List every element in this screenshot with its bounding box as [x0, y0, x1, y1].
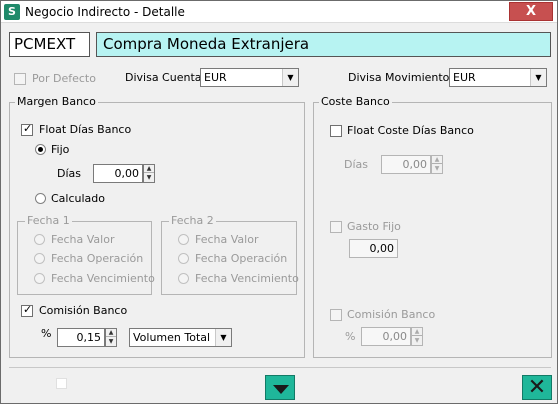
dropdown-arrow-icon[interactable]: ▼ [530, 69, 546, 86]
coste-comision-pct-stepper[interactable]: ▲ ▼ [411, 327, 423, 346]
volumen-select[interactable]: Volumen Total ▼ [129, 328, 232, 347]
window-title: Negocio Indirecto - Detalle [25, 5, 185, 19]
coste-dias-input[interactable]: 0,00 [381, 155, 431, 174]
divisa-cuenta-select[interactable]: EUR ▼ [200, 68, 299, 87]
dialog-window: S Negocio Indirecto - Detalle X PCMEXT C… [0, 0, 558, 404]
fecha1-vencimiento-label: Fecha Vencimiento [51, 272, 155, 285]
coste-dias-label: Días [344, 158, 368, 171]
coste-comision-label: Comisión Banco [347, 308, 436, 321]
gasto-fijo-input[interactable]: 0,00 [349, 239, 398, 258]
fecha2-title: Fecha 2 [169, 214, 216, 227]
divisa-movimientos-label: Divisa Movimientos: [348, 71, 459, 84]
coste-banco-title: Coste Banco [319, 95, 392, 108]
checkmark-icon: ✓ [23, 122, 33, 135]
dias-label: Días [57, 167, 81, 180]
fecha1-operacion-radio[interactable] [34, 253, 45, 264]
margen-banco-title: Margen Banco [15, 95, 98, 108]
coste-percent-label: % [345, 330, 356, 343]
divisa-cuenta-value: EUR [204, 71, 227, 84]
comision-banco-checkbox[interactable]: ✓ [21, 303, 33, 317]
name-field[interactable]: Compra Moneda Extranjera [96, 32, 551, 57]
fecha2-vencimiento-label: Fecha Vencimiento [195, 272, 299, 285]
fecha1-valor-radio[interactable] [34, 234, 45, 245]
coste-dias-stepper[interactable]: ▲ ▼ [431, 155, 443, 174]
divisa-cuenta-label: Divisa Cuenta: [125, 71, 206, 84]
status-indicator [56, 378, 67, 389]
app-logo-icon: S [4, 4, 20, 20]
spin-up-icon[interactable]: ▲ [412, 328, 422, 336]
dropdown-arrow-icon[interactable]: ▼ [282, 69, 298, 86]
radio-selected-icon [38, 147, 43, 152]
coste-comision-checkbox[interactable] [330, 309, 342, 321]
spin-down-icon[interactable]: ▼ [432, 165, 442, 173]
fecha1-vencimiento-radio[interactable] [34, 273, 45, 284]
dias-input[interactable]: 0,00 [93, 164, 143, 183]
float-dias-banco-label: Float Días Banco [39, 123, 132, 136]
fecha2-valor-label: Fecha Valor [195, 233, 259, 246]
gasto-fijo-label: Gasto Fijo [347, 220, 401, 233]
comision-pct-input[interactable]: 0,15 [57, 328, 105, 347]
divisa-movimientos-select[interactable]: EUR ▼ [449, 68, 547, 87]
por-defecto-checkbox[interactable] [14, 73, 26, 85]
accept-button[interactable] [265, 375, 295, 400]
calculado-radio[interactable] [35, 193, 46, 204]
percent-label: % [41, 327, 52, 340]
spin-down-icon[interactable]: ▼ [412, 337, 422, 345]
fecha2-operacion-label: Fecha Operación [195, 252, 288, 265]
fecha1-title: Fecha 1 [25, 214, 72, 227]
float-coste-dias-label: Float Coste Días Banco [347, 124, 474, 137]
code-field[interactable]: PCMEXT [9, 32, 90, 57]
fecha2-valor-radio[interactable] [178, 234, 189, 245]
window-close-button[interactable]: X [509, 2, 553, 21]
close-icon: ✕ [527, 375, 547, 400]
footer-divider [9, 367, 551, 368]
comision-pct-stepper[interactable]: ▲ ▼ [105, 328, 117, 347]
divisa-movimientos-value: EUR [453, 71, 476, 84]
dias-stepper[interactable]: ▲ ▼ [143, 164, 155, 183]
spin-down-icon[interactable]: ▼ [144, 174, 154, 182]
spin-up-icon[interactable]: ▲ [144, 165, 154, 173]
spin-up-icon[interactable]: ▲ [106, 329, 116, 337]
calculado-label: Calculado [51, 192, 106, 205]
fecha2-vencimiento-radio[interactable] [178, 273, 189, 284]
chevron-down-icon [273, 385, 289, 394]
gasto-fijo-checkbox[interactable] [330, 221, 342, 233]
float-coste-dias-checkbox[interactable] [330, 125, 342, 137]
fecha1-valor-label: Fecha Valor [51, 233, 115, 246]
coste-comision-pct-input[interactable]: 0,00 [361, 327, 411, 346]
por-defecto-label: Por Defecto [32, 72, 96, 85]
cancel-button[interactable]: ✕ [522, 375, 552, 400]
fecha2-operacion-radio[interactable] [178, 253, 189, 264]
spin-up-icon[interactable]: ▲ [432, 156, 442, 164]
volumen-value: Volumen Total [133, 331, 211, 344]
checkmark-icon: ✓ [23, 303, 33, 316]
fecha1-operacion-label: Fecha Operación [51, 252, 144, 265]
float-dias-banco-checkbox[interactable]: ✓ [21, 122, 33, 136]
dropdown-arrow-icon[interactable]: ▼ [215, 329, 231, 346]
comision-banco-label: Comisión Banco [39, 304, 128, 317]
fijo-label: Fijo [51, 143, 70, 156]
fijo-radio[interactable] [35, 144, 46, 155]
title-bar: S Negocio Indirecto - Detalle X [1, 1, 557, 23]
spin-down-icon[interactable]: ▼ [106, 338, 116, 346]
